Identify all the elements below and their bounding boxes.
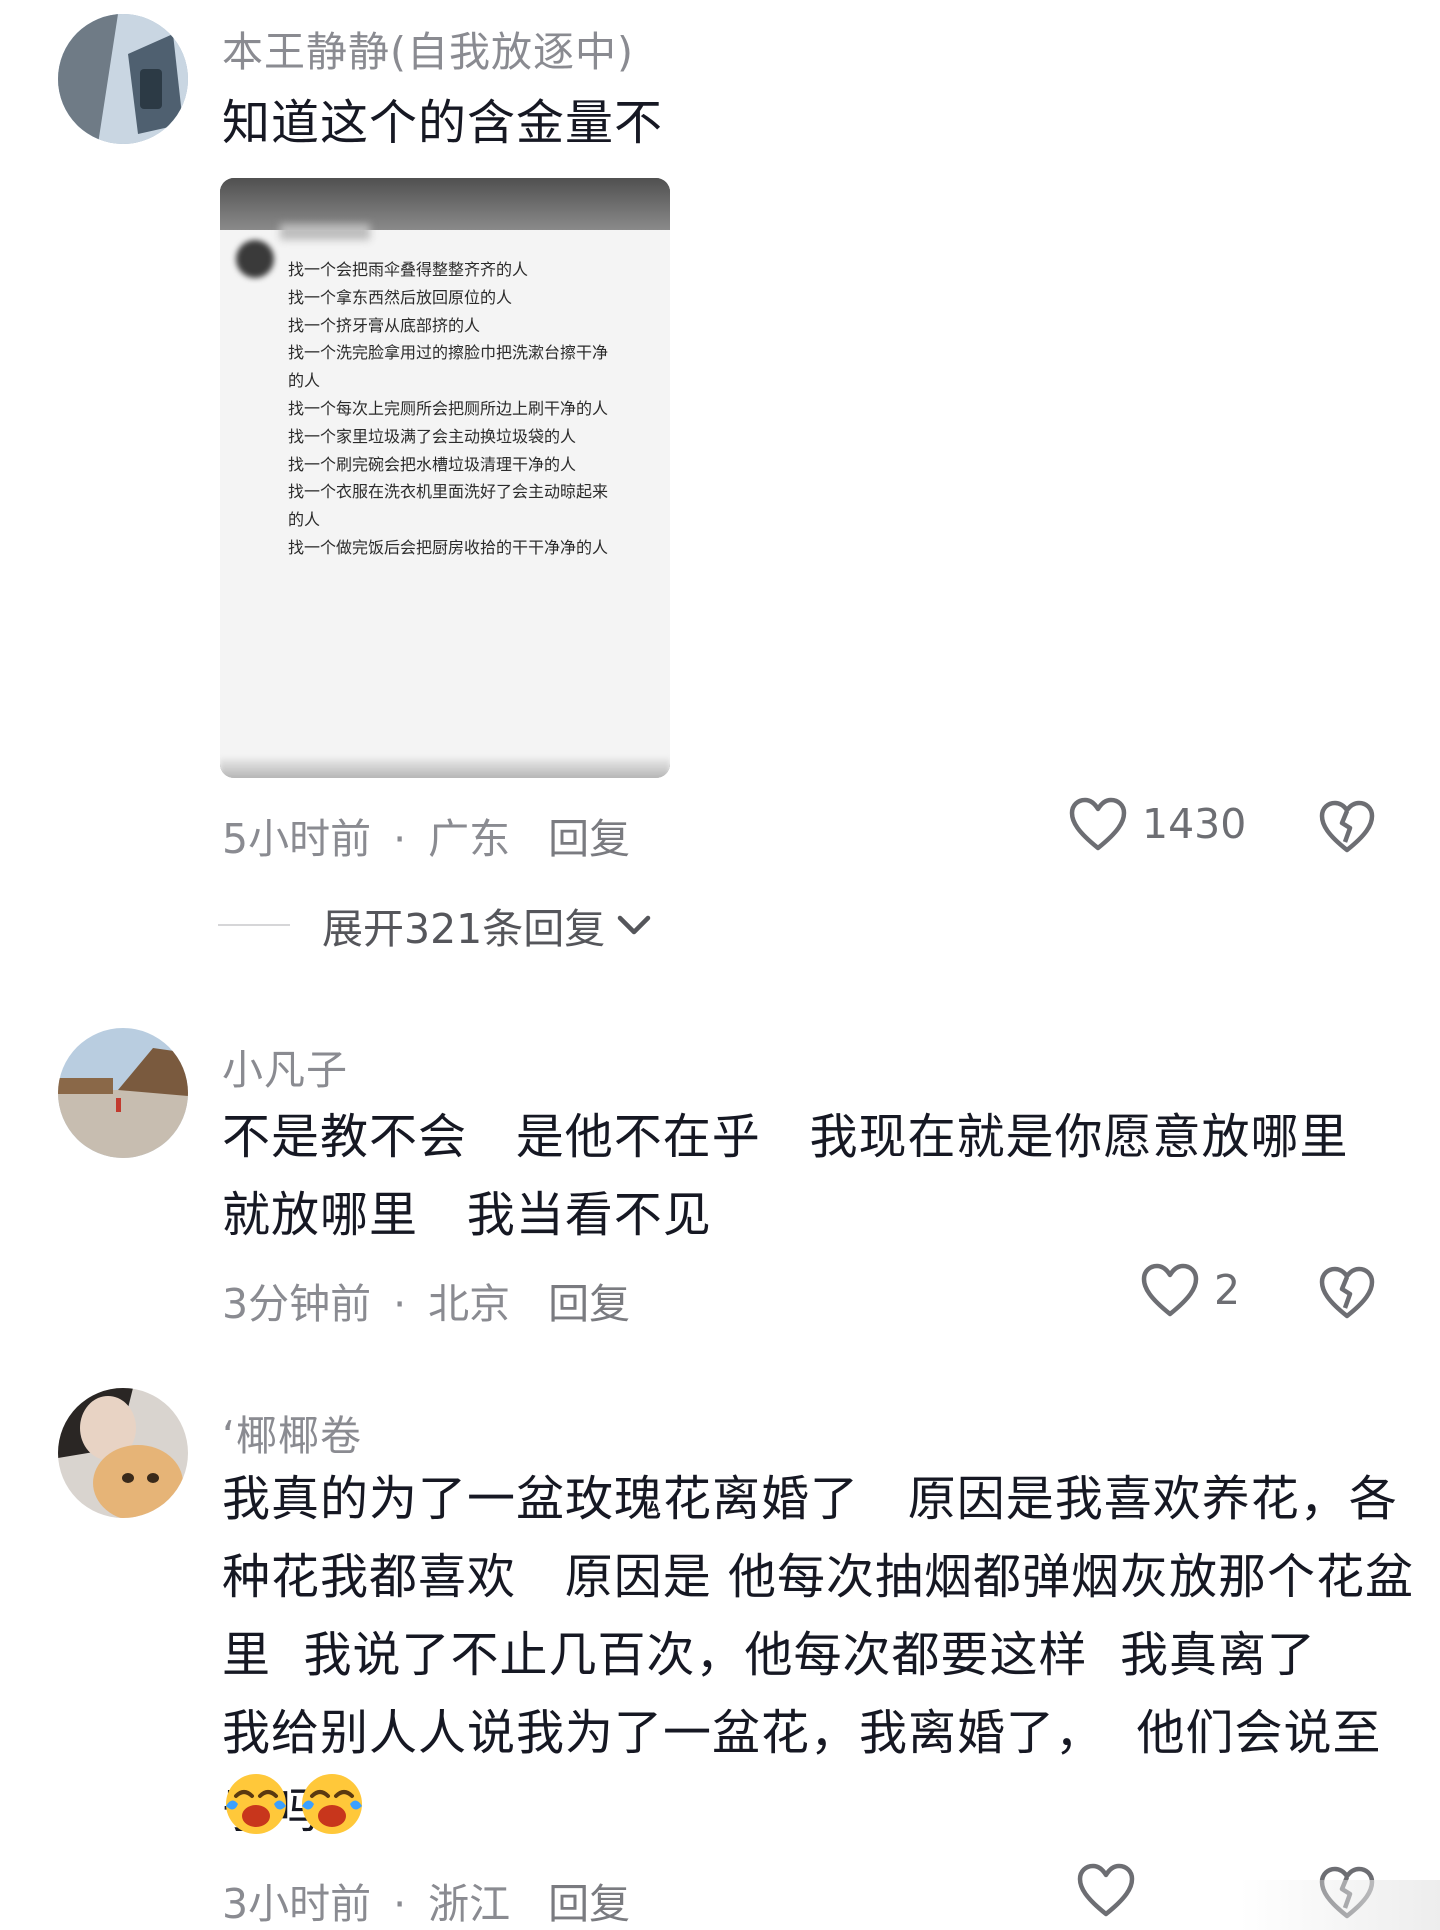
like-button[interactable] — [1076, 1862, 1150, 1918]
comment-image[interactable]: 找一个会把雨伞叠得整整齐齐的人 找一个拿东西然后放回原位的人 找一个挤牙膏从底部… — [220, 178, 670, 778]
chevron-down-icon — [618, 915, 651, 935]
screenshot-line: 找一个刷完碗会把水槽垃圾清理干净的人 — [288, 454, 577, 474]
comment-location: 广东 — [428, 815, 511, 863]
heart-icon — [1077, 1863, 1135, 1917]
reply-button[interactable]: 回复 — [548, 815, 630, 863]
broken-heart-icon — [1319, 800, 1375, 853]
screenshot-line: 的人 — [288, 371, 321, 391]
divider-line — [218, 924, 290, 926]
username[interactable]: ‘椰椰卷 — [222, 1402, 362, 1462]
like-button[interactable]: 1430 — [1068, 796, 1246, 852]
comment-text: 知道这个的含金量不 — [222, 95, 664, 151]
comment-meta: 3分钟前 · 北京 回复 — [222, 1270, 630, 1330]
comment-time: 5小时前 — [222, 815, 372, 863]
comment-location: 北京 — [428, 1280, 511, 1328]
heart-icon — [1141, 1263, 1199, 1317]
crying-laughing-emoji — [226, 1774, 286, 1834]
avatar[interactable] — [58, 1388, 188, 1518]
separator-dot: · — [393, 1280, 407, 1328]
emoji-row — [222, 1770, 374, 1838]
watermark — [1240, 1880, 1440, 1930]
blurred-area — [220, 758, 670, 778]
separator-dot: · — [393, 815, 407, 863]
comment-time: 3小时前 — [222, 1880, 372, 1928]
avatar[interactable] — [58, 14, 188, 144]
comment-meta: 5小时前 · 广东 回复 — [222, 805, 630, 865]
blurred-area — [220, 178, 670, 230]
comment-text: 不是教不会 是他不在乎 我现在就是你愿意放哪里就放哪里 我当看不见 — [222, 1109, 1349, 1243]
comment-meta: 3小时前 · 浙江 回复 — [222, 1870, 630, 1930]
avatar[interactable] — [58, 1028, 188, 1158]
comment-text: 我真的为了一盆玫瑰花离婚了 原因是我喜欢养花，各种花我都喜欢 原因是 他每次抽烟… — [222, 1471, 1415, 1839]
expand-replies-label: 展开321条回复 — [322, 905, 606, 953]
username[interactable]: 本王静静(自我放逐中) — [222, 18, 634, 78]
screenshot-line: 的人 — [288, 510, 321, 530]
crying-laughing-emoji — [302, 1774, 362, 1834]
screenshot-line: 找一个洗完脸拿用过的擦脸巾把洗漱台擦干净 — [288, 343, 609, 363]
comment-time: 3分钟前 — [222, 1280, 372, 1328]
like-button[interactable]: 2 — [1140, 1262, 1240, 1318]
screenshot-line: 找一个每次上完厕所会把厕所边上刷干净的人 — [288, 398, 609, 418]
screenshot-line: 找一个拿东西然后放回原位的人 — [288, 287, 513, 307]
separator-dot: · — [393, 1880, 407, 1928]
blurred-name — [280, 224, 370, 240]
screenshot-line: 找一个衣服在洗衣机里面洗好了会主动晾起来 — [288, 482, 609, 502]
screenshot-line: 找一个做完饭后会把厨房收拾的干干净净的人 — [288, 537, 609, 557]
username[interactable]: 小凡子 — [222, 1036, 348, 1096]
blurred-avatar — [236, 240, 274, 278]
like-count: 2 — [1214, 1266, 1241, 1314]
dislike-button[interactable] — [1318, 798, 1376, 858]
heart-icon — [1069, 797, 1127, 851]
reply-button[interactable]: 回复 — [548, 1280, 630, 1328]
like-count: 1430 — [1142, 800, 1247, 848]
broken-heart-icon — [1319, 1266, 1375, 1319]
screenshot-line: 找一个家里垃圾满了会主动换垃圾袋的人 — [288, 426, 577, 446]
screenshot-text: 找一个会把雨伞叠得整整齐齐的人 找一个拿东西然后放回原位的人 找一个挤牙膏从底部… — [288, 256, 658, 562]
screenshot-line: 找一个会把雨伞叠得整整齐齐的人 — [288, 260, 529, 279]
screenshot-line: 找一个挤牙膏从底部挤的人 — [288, 315, 481, 335]
reply-button[interactable]: 回复 — [548, 1880, 630, 1928]
dislike-button[interactable] — [1318, 1264, 1376, 1324]
comment-location: 浙江 — [428, 1880, 511, 1928]
expand-replies-button[interactable]: 展开321条回复 — [218, 895, 653, 955]
